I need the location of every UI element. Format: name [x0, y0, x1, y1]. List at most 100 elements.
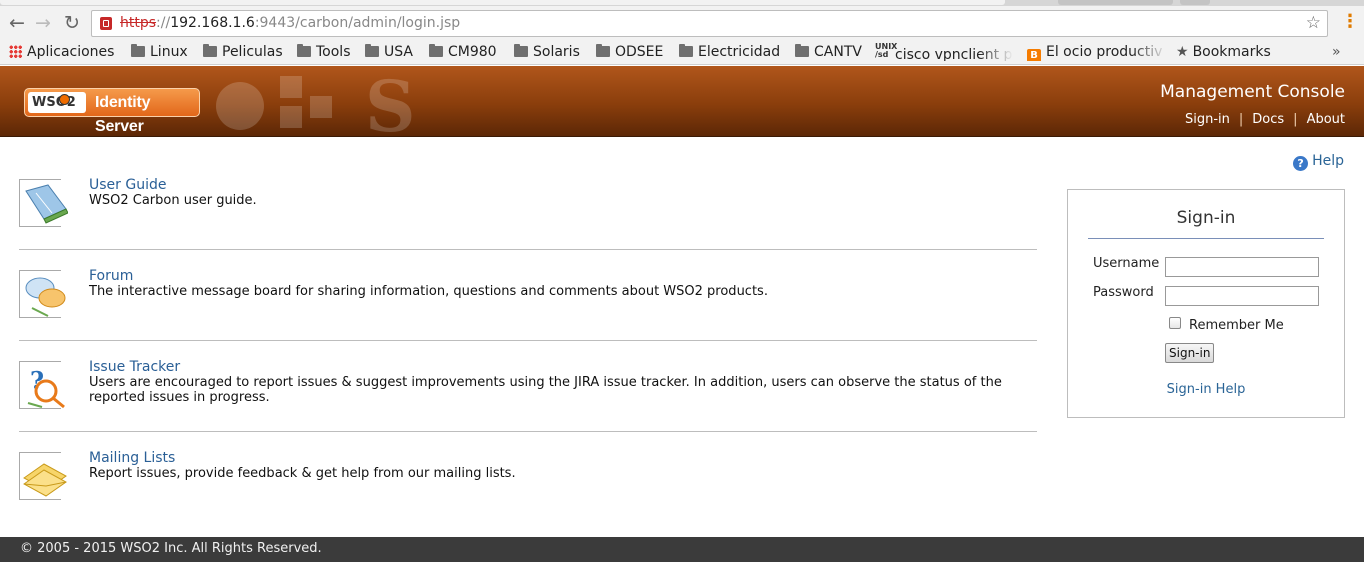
wso2-header: S WSO2 Identity Server Management Consol… [0, 66, 1364, 137]
resource-title[interactable]: Mailing Lists [89, 450, 175, 466]
apps-icon [9, 45, 22, 58]
password-label: Password [1093, 285, 1154, 300]
bookmark-label: USA [384, 44, 413, 60]
bookmark-label: Peliculas [222, 44, 283, 60]
link-separator: | [1238, 112, 1244, 127]
resource-description: The interactive message board for sharin… [89, 284, 768, 299]
folder-icon [795, 44, 809, 57]
help-link[interactable]: ? Help [1293, 153, 1344, 171]
bookmark-folder-cm980[interactable]: CM980 [429, 43, 497, 61]
username-input[interactable] [1165, 257, 1319, 277]
signin-button[interactable]: Sign-in [1165, 343, 1215, 363]
header-signin-link[interactable]: Sign-in [1185, 112, 1230, 127]
resource-title[interactable]: User Guide [89, 177, 166, 193]
header-links: Sign-in | Docs | About [1185, 112, 1345, 127]
url-text[interactable]: https://192.168.1.6:9443/carbon/admin/lo… [120, 15, 460, 31]
header-decoration-icon: S [216, 66, 416, 137]
resource-description: Report issues, provide feedback & get he… [89, 466, 516, 481]
signin-title: Sign-in [1088, 208, 1324, 239]
issue-tracker-question-icon[interactable]: ? [19, 361, 65, 409]
browser-tab[interactable] [1058, 0, 1173, 5]
folder-icon [203, 44, 217, 57]
bookmark-star-icon[interactable]: ☆ [1306, 13, 1321, 33]
resource-description: WSO2 Carbon user guide. [89, 193, 257, 208]
help-question-icon: ? [1293, 156, 1309, 171]
forum-speech-bubbles-icon[interactable] [19, 270, 66, 318]
folder-icon [679, 44, 693, 57]
bookmark-bookmarks[interactable]: ★ Bookmarks [1176, 43, 1271, 61]
bookmark-label: CANTV [814, 44, 862, 60]
svg-text:S: S [365, 66, 416, 137]
bookmark-label: CM980 [448, 44, 497, 60]
url-scheme: https [120, 15, 157, 31]
star-icon: ★ [1176, 44, 1189, 60]
blogger-icon: B [1027, 49, 1041, 61]
bookmark-label: El ocio productiv [1046, 44, 1163, 60]
url-host: 192.168.1.6 [170, 15, 255, 31]
password-input[interactable] [1165, 286, 1319, 306]
resource-title[interactable]: Forum [89, 268, 133, 284]
browser-menu-icon[interactable]: ⋮ [1341, 11, 1359, 32]
bookmark-label: ODSEE [615, 44, 664, 60]
bookmark-folder-tools[interactable]: Tools [297, 43, 351, 61]
unix-icon: UNIX/sd [875, 43, 898, 59]
logo-wso2-mark: WSO2 [28, 92, 86, 113]
username-label: Username [1093, 256, 1160, 271]
bookmark-el-ocio-productivo[interactable]: B El ocio productiv [1027, 43, 1167, 61]
management-console-title: Management Console [1160, 82, 1345, 102]
bookmark-folder-usa[interactable]: USA [365, 43, 413, 61]
resource-title[interactable]: Issue Tracker [89, 359, 180, 375]
bookmark-label: Linux [150, 44, 188, 60]
header-docs-link[interactable]: Docs [1252, 112, 1284, 127]
address-bar[interactable]: https://192.168.1.6:9443/carbon/admin/lo… [91, 10, 1328, 37]
bookmarks-overflow-chevron-icon[interactable]: » [1332, 43, 1341, 61]
bookmark-folder-electricidad[interactable]: Electricidad [679, 43, 780, 61]
bookmark-label: Electricidad [698, 44, 781, 60]
folder-icon [514, 44, 528, 57]
user-guide-book-icon[interactable] [19, 179, 68, 227]
folder-icon [297, 44, 311, 57]
mailing-list-envelope-icon[interactable] [19, 452, 67, 500]
signin-panel: Sign-in Username Password Remember Me Si… [1067, 189, 1345, 418]
bookmark-aplicaciones[interactable]: Aplicaciones [9, 43, 114, 61]
remember-me-label[interactable]: Remember Me [1189, 318, 1284, 333]
bookmark-cisco-vpnclient[interactable]: UNIX/sd cisco vpnclient p [875, 43, 1013, 61]
divider [19, 431, 1037, 432]
bookmark-folder-odsee[interactable]: ODSEE [596, 43, 663, 61]
bookmark-label: cisco vpnclient p [895, 47, 1013, 61]
browser-tab-active[interactable] [0, 0, 1005, 5]
folder-icon [365, 44, 379, 57]
resource-description: Users are encouraged to report issues & … [89, 375, 1002, 405]
wso2-identity-server-logo[interactable]: WSO2 Identity Server [24, 88, 200, 135]
logo-product-name: Identity Server [95, 94, 151, 135]
folder-icon [131, 44, 145, 57]
new-tab-button[interactable] [1180, 0, 1210, 5]
bookmarks-bar: Aplicaciones Linux Peliculas Tools USA C… [0, 39, 1364, 65]
reload-icon[interactable]: ↻ [60, 11, 84, 35]
folder-icon [429, 44, 443, 57]
divider [19, 249, 1037, 250]
bookmark-label: Aplicaciones [27, 44, 115, 60]
bookmark-label: Tools [316, 44, 351, 60]
bookmark-label: Bookmarks [1192, 44, 1271, 60]
help-label: Help [1312, 153, 1344, 169]
bookmark-folder-linux[interactable]: Linux [131, 43, 188, 61]
folder-icon [596, 44, 610, 57]
url-separator: :// [156, 15, 171, 31]
divider [19, 340, 1037, 341]
header-about-link[interactable]: About [1307, 112, 1345, 127]
url-path: :9443/carbon/admin/login.jsp [254, 15, 461, 31]
signin-help-link[interactable]: Sign-in Help [1068, 382, 1344, 397]
bookmark-folder-cantv[interactable]: CANTV [795, 43, 862, 61]
link-separator: | [1293, 112, 1298, 127]
insecure-lock-icon[interactable] [100, 17, 112, 30]
logo-orange-dot-icon [59, 94, 70, 105]
bookmark-label: Solaris [533, 44, 580, 60]
browser-navbar: ← → ↻ https://192.168.1.6:9443/carbon/ad… [0, 6, 1364, 39]
forward-arrow-icon[interactable]: → [31, 11, 55, 35]
back-arrow-icon[interactable]: ← [5, 11, 29, 35]
bookmark-folder-solaris[interactable]: Solaris [514, 43, 580, 61]
bookmark-folder-peliculas[interactable]: Peliculas [203, 43, 283, 61]
footer-copyright: © 2005 - 2015 WSO2 Inc. All Rights Reser… [0, 537, 1364, 562]
remember-me-checkbox[interactable] [1169, 317, 1181, 329]
